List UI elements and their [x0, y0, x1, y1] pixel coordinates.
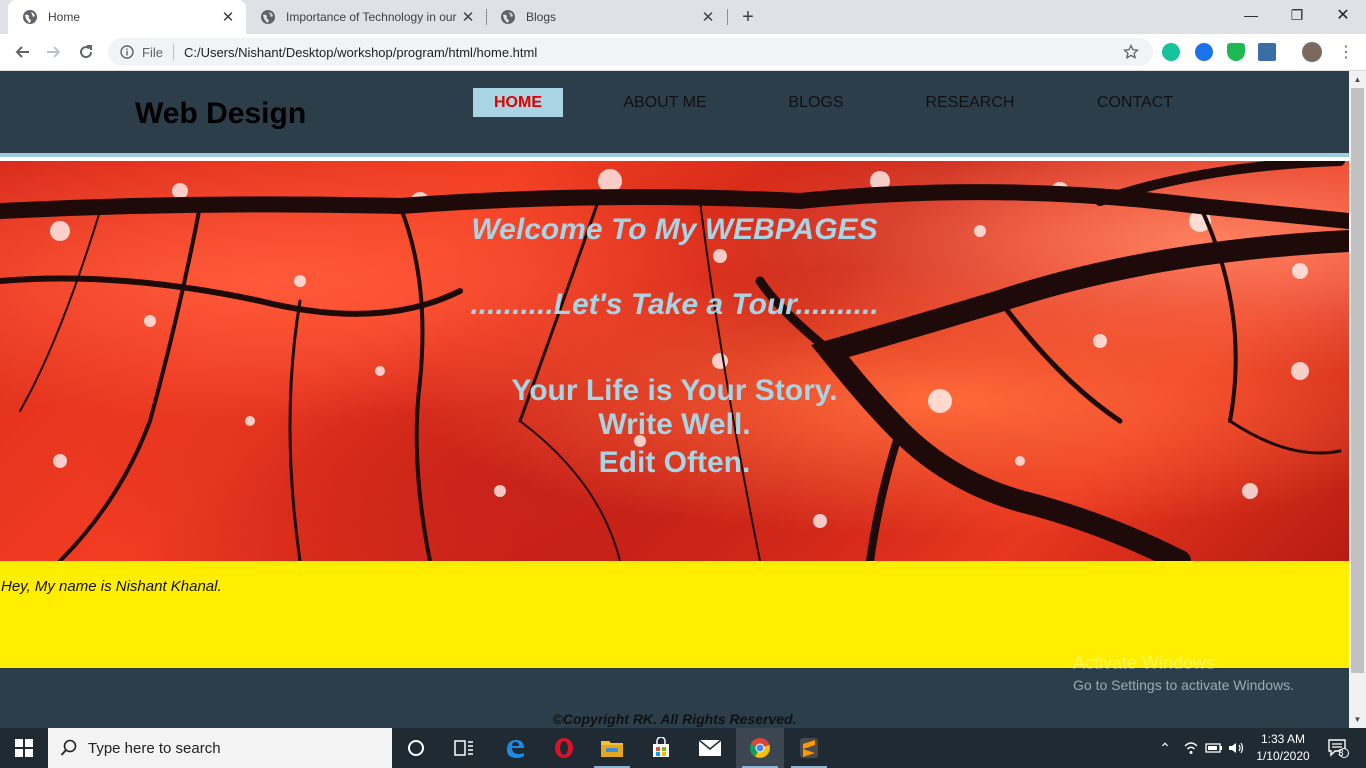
mail-taskbar-button[interactable]: [686, 728, 734, 768]
file-explorer-taskbar-button[interactable]: [588, 728, 636, 768]
chrome-menu-button[interactable]: ⋮: [1332, 38, 1360, 66]
activate-windows-title: Activate Windows: [1073, 653, 1216, 673]
speaker-icon: [1229, 742, 1244, 754]
new-tab-button[interactable]: +: [735, 4, 761, 30]
globe-icon: [261, 10, 275, 24]
info-icon[interactable]: [120, 45, 134, 59]
quote-line: Your Life is Your Story.: [511, 374, 838, 407]
clock-date: 1/10/2020: [1256, 749, 1310, 763]
intro-section: Hey, My name is Nishant Khanal.: [0, 561, 1349, 668]
url-text[interactable]: C:/Users/Nishant/Desktop/workshop/progra…: [184, 45, 1123, 60]
restore-button[interactable]: ❐: [1274, 0, 1320, 30]
scroll-up-arrow-icon[interactable]: ▲: [1349, 71, 1366, 88]
activate-windows-subtitle: Go to Settings to activate Windows.: [1073, 677, 1294, 693]
tab-title: Home: [48, 10, 81, 24]
store-taskbar-button[interactable]: [637, 728, 685, 768]
opera-icon: [555, 738, 573, 758]
mail-icon: [698, 739, 722, 756]
screen-extension-icon[interactable]: [1258, 43, 1276, 61]
globe-icon: [23, 10, 37, 24]
quote-line: Write Well.: [598, 408, 751, 441]
scroll-down-arrow-icon[interactable]: ▼: [1349, 711, 1366, 728]
nav-blogs[interactable]: BLOGS: [776, 88, 856, 117]
quote-line: Edit Often.: [598, 446, 751, 479]
forward-button[interactable]: [40, 38, 68, 66]
hero-tour-heading: ..........Let's Take a Tour..........: [470, 288, 879, 321]
tab-title: Blogs: [526, 10, 557, 24]
volume-icon[interactable]: [1226, 728, 1248, 768]
tab-home[interactable]: Home ✕: [8, 0, 246, 34]
minimize-button[interactable]: —: [1228, 0, 1274, 30]
page-viewport: Web Design HOME ABOUT ME BLOGS RESEARCH …: [0, 71, 1349, 728]
clock-time: 1:33 AM: [1260, 732, 1306, 746]
scroll-thumb[interactable]: [1351, 88, 1364, 673]
window-close-button[interactable]: ✕: [1320, 0, 1366, 30]
browser-toolbar: File C:/Users/Nishant/Desktop/workshop/p…: [0, 34, 1366, 71]
page-scrollbar[interactable]: ▲ ▼: [1349, 71, 1366, 728]
address-bar[interactable]: File C:/Users/Nishant/Desktop/workshop/p…: [108, 38, 1153, 66]
windows-taskbar: Type here to search ⌃ 1:33 AM 1/10/2020 …: [0, 728, 1366, 768]
nav-research[interactable]: RESEARCH: [920, 88, 1020, 117]
wifi-icon[interactable]: [1180, 728, 1202, 768]
reload-button[interactable]: [72, 38, 100, 66]
store-bag-icon: [653, 737, 669, 757]
browser-tabstrip: Home ✕ Importance of Technology in our ✕…: [0, 0, 1366, 34]
tab-title: Importance of Technology in our: [286, 10, 457, 24]
cortana-circle-icon: [408, 740, 424, 756]
arrow-left-icon: [15, 46, 29, 58]
chrome-icon: [749, 738, 770, 758]
sublime-taskbar-button[interactable]: [785, 728, 833, 768]
edge-icon: [507, 740, 524, 758]
translate-extension-icon[interactable]: [1195, 43, 1213, 61]
nav-contact[interactable]: CONTACT: [1090, 88, 1180, 117]
wifi-signal-icon: [1184, 742, 1198, 754]
close-icon[interactable]: ✕: [218, 7, 238, 27]
grammarly-extension-icon[interactable]: [1162, 43, 1180, 61]
bookmark-star-icon[interactable]: [1123, 44, 1139, 60]
site-header: Web Design HOME ABOUT ME BLOGS RESEARCH …: [0, 71, 1349, 157]
chrome-taskbar-button[interactable]: [736, 728, 784, 768]
nav-about-me[interactable]: ABOUT ME: [615, 88, 715, 117]
battery-icon[interactable]: [1203, 728, 1225, 768]
globe-icon: [501, 10, 515, 24]
hero-quote: Your Life is Your Story. Write Well. Edi…: [0, 374, 1349, 480]
close-icon[interactable]: ✕: [698, 7, 718, 27]
hero-welcome-heading: Welcome To My WEBPAGES: [471, 213, 878, 246]
folder-icon: [601, 741, 623, 757]
taskbar-clock[interactable]: 1:33 AM 1/10/2020: [1250, 731, 1316, 765]
battery-plug-icon: [1205, 743, 1222, 753]
scheme-label: File: [142, 44, 163, 60]
reload-icon: [80, 45, 93, 59]
start-button[interactable]: [0, 728, 48, 768]
copyright-text: ©Copyright RK. All Rights Reserved.: [552, 711, 797, 727]
close-icon[interactable]: ✕: [458, 7, 478, 27]
back-button[interactable]: [8, 38, 36, 66]
tab-separator: [727, 9, 728, 25]
arrow-right-icon: [47, 46, 61, 58]
task-view-icon: [454, 740, 473, 756]
search-icon: [60, 739, 77, 756]
taskbar-search-box[interactable]: Type here to search: [48, 728, 392, 768]
site-logo[interactable]: Web Design: [135, 97, 306, 131]
action-center-button[interactable]: 3: [1318, 728, 1358, 768]
edge-taskbar-button[interactable]: [491, 728, 539, 768]
tray-overflow-chevron-icon[interactable]: ⌃: [1154, 728, 1176, 768]
sublime-text-icon: [800, 738, 818, 758]
omnibox-separator: [172, 44, 174, 60]
intro-text: Hey, My name is Nishant Khanal.: [1, 578, 222, 595]
task-view-button[interactable]: [440, 728, 488, 768]
search-placeholder: Type here to search: [88, 739, 221, 757]
cortana-button[interactable]: [392, 728, 440, 768]
windows-logo-icon: [15, 739, 33, 757]
profile-avatar[interactable]: [1302, 42, 1322, 62]
hero-banner: Welcome To My WEBPAGES ..........Let's T…: [0, 161, 1349, 561]
shield-extension-icon[interactable]: [1227, 43, 1245, 61]
nav-home[interactable]: HOME: [473, 88, 563, 117]
notification-count: 3: [1338, 748, 1344, 759]
tab-technology[interactable]: Importance of Technology in our ✕: [246, 0, 486, 34]
opera-taskbar-button[interactable]: [540, 728, 588, 768]
tab-blogs[interactable]: Blogs ✕: [486, 0, 726, 34]
